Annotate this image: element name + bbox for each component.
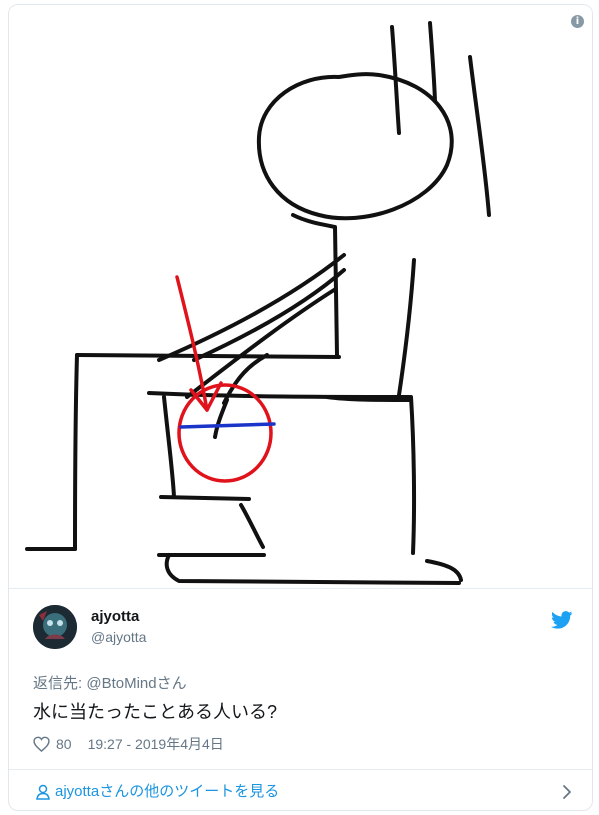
stick-figure-drawing — [25, 21, 491, 585]
more-tweets-footer[interactable]: ajyottaさんの他のツイートを見る — [9, 769, 592, 810]
person-icon — [36, 784, 50, 800]
tweet-image[interactable]: i — [9, 5, 592, 589]
tweet-card: i ajyotta @ajyotta 返信先: @BtoMindさん 水に当たっ… — [8, 4, 593, 811]
chevron-right-icon[interactable] — [562, 784, 572, 800]
reply-mention-link[interactable]: @BtoMindさん — [86, 675, 186, 692]
reply-to: 返信先: @BtoMindさん — [33, 674, 187, 694]
tweet-timestamp[interactable]: 19:27 - 2019年4月4日 — [88, 735, 224, 753]
avatar-image — [33, 605, 77, 649]
tweet-header: ajyotta @ajyotta — [33, 603, 573, 653]
more-tweets-link[interactable]: ajyottaさんの他のツイートを見る — [55, 782, 279, 802]
heart-icon[interactable] — [33, 736, 50, 752]
tweet-text: 水に当たったことある人いる? — [33, 702, 278, 722]
avatar[interactable] — [33, 605, 77, 649]
author-handle[interactable]: @ajyotta — [91, 628, 146, 646]
author-name[interactable]: ajyotta — [91, 608, 139, 626]
like-count[interactable]: 80 — [56, 735, 72, 753]
reply-prefix: 返信先: — [33, 675, 83, 692]
twitter-bird-icon[interactable] — [551, 611, 573, 629]
tweet-meta: 80 19:27 - 2019年4月4日 — [33, 735, 224, 753]
info-icon[interactable]: i — [571, 15, 584, 28]
